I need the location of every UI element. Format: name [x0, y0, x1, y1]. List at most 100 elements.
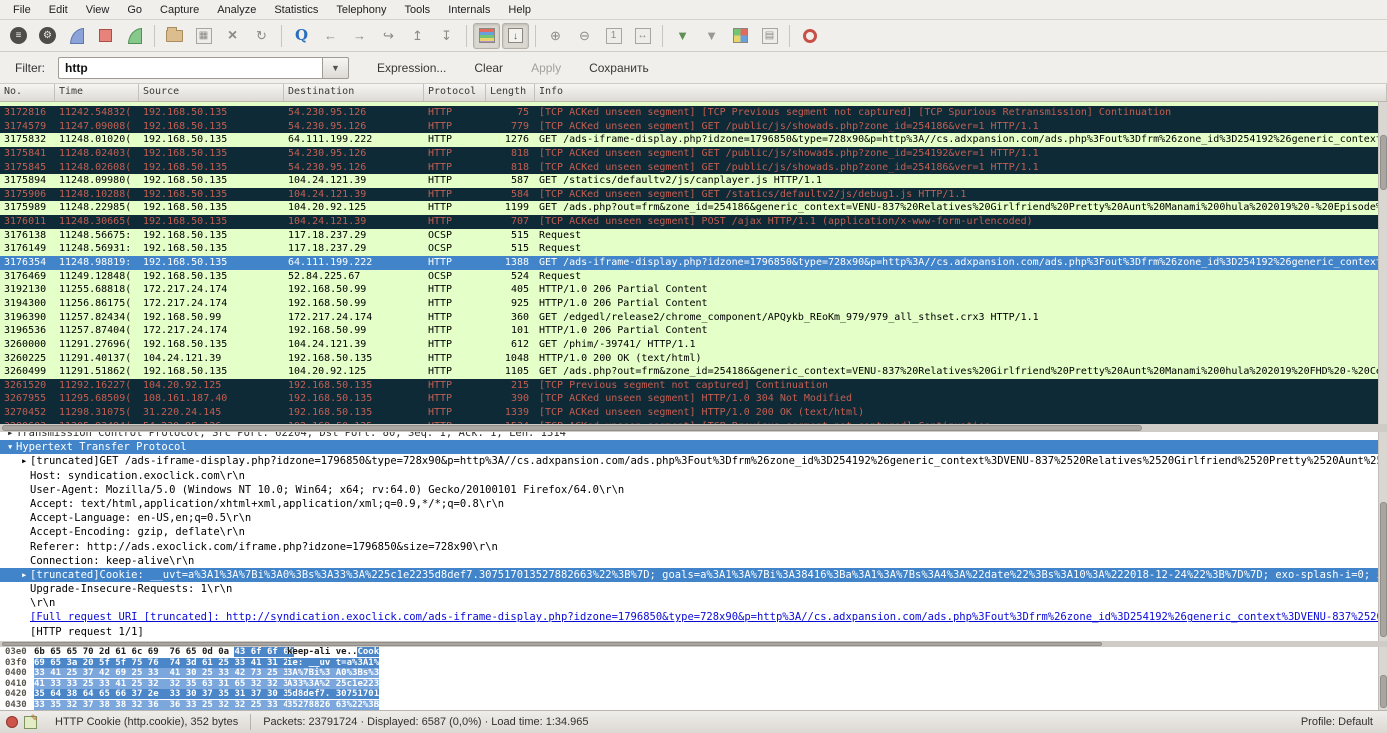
menu-edit[interactable]: Edit — [40, 2, 77, 18]
capture-filters-icon[interactable]: ▼ — [669, 23, 696, 49]
zoom-in-icon[interactable]: ⊕ — [542, 23, 569, 49]
packet-row[interactable]: 317281611242.54832(192.168.50.13554.230.… — [0, 106, 1378, 120]
packet-row[interactable]: 317583211248.01020(192.168.50.13564.111.… — [0, 133, 1378, 147]
open-file-icon[interactable] — [161, 23, 188, 49]
packet-bytes-vscrollbar-thumb[interactable] — [1380, 675, 1387, 708]
collapsed-arrow-icon[interactable]: ▸ — [21, 568, 30, 582]
packet-row[interactable]: 319653611257.87404(172.217.24.174192.168… — [0, 324, 1378, 338]
packet-row[interactable]: 319639011257.82434(192.168.50.99172.217.… — [0, 311, 1378, 325]
save-filter-button[interactable]: Сохранить — [589, 61, 649, 75]
restart-capture-icon[interactable] — [121, 23, 148, 49]
go-to-bottom-icon[interactable]: ↧ — [433, 23, 460, 49]
packet-row[interactable]: 317635411248.98819:192.168.50.13564.111.… — [0, 256, 1378, 270]
colorize-packet-list-icon[interactable] — [473, 23, 500, 49]
packet-row[interactable]: 327045211298.31075(31.220.24.145192.168.… — [0, 406, 1378, 420]
packet-list-hscrollbar-thumb[interactable] — [2, 425, 1142, 431]
find-packet-icon[interactable]: Q — [288, 23, 315, 49]
packet-bytes-pane[interactable]: 03e06b 65 65 70 2d 61 6c 69 76 65 0d 0a … — [0, 647, 1378, 710]
detail-line[interactable]: \r\n — [0, 596, 1378, 610]
hex-row[interactable]: 03e06b 65 65 70 2d 61 6c 69 76 65 0d 0a … — [0, 647, 1378, 658]
packet-details-vscrollbar[interactable] — [1378, 432, 1387, 641]
detail-line[interactable]: ▸[truncated]Cookie: __uvt=a%3A1%3A%7Bi%3… — [0, 568, 1378, 582]
detail-line[interactable]: User-Agent: Mozilla/5.0 (Windows NT 10.0… — [0, 483, 1378, 497]
detail-line[interactable]: ▸[truncated]GET /ads-iframe-display.php?… — [0, 454, 1378, 468]
clear-button[interactable]: Clear — [474, 61, 503, 75]
detail-line[interactable]: Accept: text/html,application/xhtml+xml,… — [0, 497, 1378, 511]
packet-row[interactable]: 317598911248.22985(192.168.50.135104.20.… — [0, 201, 1378, 215]
packet-row[interactable]: 317646911249.12848(192.168.50.13552.84.2… — [0, 270, 1378, 284]
packet-details-vscrollbar-thumb[interactable] — [1380, 502, 1387, 637]
reload-icon[interactable]: ↻ — [248, 23, 275, 49]
menu-view[interactable]: View — [77, 2, 119, 18]
collapsed-arrow-icon[interactable]: ▸ — [21, 454, 30, 468]
packet-row[interactable]: 317457911247.09008(192.168.50.13554.230.… — [0, 120, 1378, 134]
detail-line[interactable]: Connection: keep-alive\r\n — [0, 554, 1378, 568]
hex-row[interactable]: 040033 41 25 37 42 69 25 33 41 30 25 33 … — [0, 668, 1378, 679]
filter-dropdown-button[interactable]: ▼ — [323, 57, 349, 79]
column-header-source[interactable]: Source — [139, 84, 284, 101]
close-file-icon[interactable]: × — [219, 23, 246, 49]
packet-row[interactable]: 317614911248.56931:192.168.50.135117.18.… — [0, 242, 1378, 256]
menu-statistics[interactable]: Statistics — [265, 2, 327, 18]
packet-list-vscrollbar-thumb[interactable] — [1380, 135, 1387, 190]
packet-row[interactable]: 317589411248.09980(192.168.50.135104.24.… — [0, 174, 1378, 188]
hex-row[interactable]: 042035 64 38 64 65 66 37 2e 33 30 37 35 … — [0, 689, 1378, 700]
packet-row[interactable]: 319430011256.86175(172.217.24.174192.168… — [0, 297, 1378, 311]
hex-row[interactable]: 041041 33 33 25 33 41 25 32 32 35 63 31 … — [0, 679, 1378, 690]
auto-scroll-icon[interactable]: ↓ — [502, 23, 529, 49]
go-forward-icon[interactable]: → — [346, 23, 373, 49]
packet-bytes-vscrollbar[interactable] — [1378, 647, 1387, 710]
detail-line[interactable]: [Full request URI [truncated]: http://sy… — [0, 610, 1378, 624]
packet-row[interactable]: 317613811248.56675:192.168.50.135117.18.… — [0, 229, 1378, 243]
packet-row[interactable]: 326152011292.16227(104.20.92.125192.168.… — [0, 379, 1378, 393]
column-header-no[interactable]: No. — [0, 84, 55, 101]
menu-capture[interactable]: Capture — [151, 2, 208, 18]
stop-capture-icon[interactable] — [92, 23, 119, 49]
menu-internals[interactable]: Internals — [439, 2, 499, 18]
detail-line[interactable]: Host: syndication.exoclick.com\r\n — [0, 469, 1378, 483]
packet-list-vscrollbar[interactable] — [1378, 102, 1387, 424]
column-header-protocol[interactable]: Protocol — [424, 84, 486, 101]
zoom-out-icon[interactable]: ⊖ — [571, 23, 598, 49]
zoom-100-icon[interactable]: 1 — [600, 23, 627, 49]
go-back-icon[interactable]: ← — [317, 23, 344, 49]
list-interfaces-icon[interactable]: ≡ — [5, 23, 32, 49]
packet-row[interactable]: 317590611248.10288(192.168.50.135104.24.… — [0, 188, 1378, 202]
capture-options-icon[interactable]: ⚙ — [34, 23, 61, 49]
collapsed-arrow-icon[interactable]: ▸ — [7, 432, 16, 440]
save-file-icon[interactable]: ▦ — [190, 23, 217, 49]
hex-row[interactable]: 043033 35 32 37 38 38 32 36 36 33 25 32 … — [0, 700, 1378, 711]
detail-line[interactable]: ▾Hypertext Transfer Protocol — [0, 440, 1378, 454]
packet-row[interactable]: 319213011255.68818(172.217.24.174192.168… — [0, 283, 1378, 297]
packet-row[interactable]: 317584511248.02608(192.168.50.13554.230.… — [0, 161, 1378, 175]
apply-button[interactable]: Apply — [531, 61, 561, 75]
packet-row[interactable]: 317584111248.02403(192.168.50.13554.230.… — [0, 147, 1378, 161]
packet-row[interactable]: 326022511291.40137(104.24.121.39192.168.… — [0, 352, 1378, 366]
display-filters-icon[interactable]: ▼ — [698, 23, 725, 49]
packet-details-hscrollbar-thumb[interactable] — [2, 642, 1102, 646]
hex-row[interactable]: 03f069 65 3a 20 5f 5f 75 76 74 3d 61 25 … — [0, 658, 1378, 669]
profile-selector[interactable]: Profile: Default — [1301, 716, 1373, 728]
expression-button[interactable]: Expression... — [377, 61, 446, 75]
detail-line[interactable]: ▸Transmission Control Protocol, Src Port… — [0, 432, 1378, 440]
menu-telephony[interactable]: Telephony — [327, 2, 395, 18]
coloring-rules-icon[interactable] — [727, 23, 754, 49]
detail-line[interactable]: Referer: http://ads.exoclick.com/iframe.… — [0, 540, 1378, 554]
capture-comment-icon[interactable] — [24, 716, 37, 729]
column-header-length[interactable]: Length — [486, 84, 535, 101]
column-header-destination[interactable]: Destination — [284, 84, 424, 101]
detail-line[interactable]: Accept-Encoding: gzip, deflate\r\n — [0, 525, 1378, 539]
menu-tools[interactable]: Tools — [396, 2, 440, 18]
detail-line[interactable]: [HTTP request 1/1] — [0, 625, 1378, 639]
go-to-packet-icon[interactable]: ↪ — [375, 23, 402, 49]
preferences-icon[interactable]: ▤ — [756, 23, 783, 49]
detail-line[interactable]: Accept-Language: en-US,en;q=0.5\r\n — [0, 511, 1378, 525]
packet-row[interactable]: 326795511295.68509(108.161.187.40192.168… — [0, 392, 1378, 406]
packet-row[interactable]: 326000011291.27696(192.168.50.135104.24.… — [0, 338, 1378, 352]
column-header-info[interactable]: Info — [535, 84, 1387, 101]
packet-row[interactable]: 326049911291.51862(192.168.50.135104.20.… — [0, 365, 1378, 379]
start-capture-icon[interactable] — [63, 23, 90, 49]
help-icon[interactable] — [796, 23, 823, 49]
filter-input[interactable] — [58, 57, 323, 79]
menu-help[interactable]: Help — [499, 2, 540, 18]
